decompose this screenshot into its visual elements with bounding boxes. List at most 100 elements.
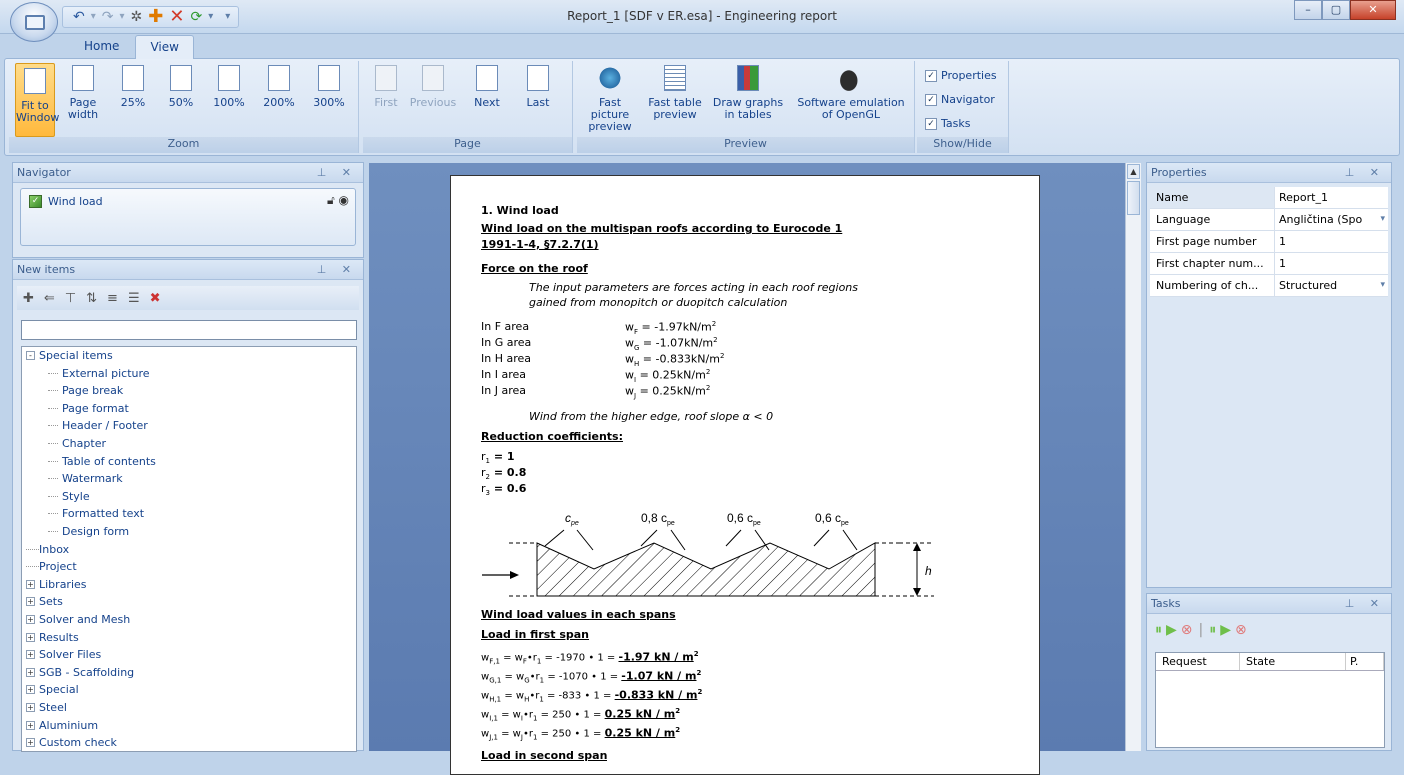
- tree-item[interactable]: Formatted text: [48, 507, 144, 520]
- scroll-up-icon[interactable]: ▲: [1127, 164, 1140, 179]
- tree-item[interactable]: + Solver Files: [26, 648, 101, 661]
- tree-connector: [48, 443, 58, 444]
- expand-icon[interactable]: +: [26, 615, 35, 624]
- tree-item[interactable]: + SGB - Scaffolding: [26, 666, 134, 679]
- tasks-check[interactable]: ✓ Tasks: [925, 117, 970, 130]
- pause-all-icon[interactable]: ⏸: [1209, 622, 1216, 638]
- lock-eye-icon[interactable]: 🔓︎ ◉: [327, 193, 349, 208]
- pause-icon[interactable]: ⏸: [1155, 622, 1162, 638]
- tree-item[interactable]: Page format: [48, 402, 129, 415]
- collapse-icon[interactable]: -: [26, 351, 35, 360]
- property-value[interactable]: Structured ▾: [1275, 275, 1388, 296]
- navigator-check[interactable]: ✓ Navigator: [925, 93, 995, 106]
- pin-close-icon[interactable]: ⊥ ✕: [1345, 163, 1385, 182]
- expand-icon[interactable]: +: [26, 685, 35, 695]
- expand-icon[interactable]: +: [26, 720, 35, 730]
- page-width-button[interactable]: Page width: [61, 65, 105, 121]
- tree-item[interactable]: Inbox: [26, 543, 69, 556]
- property-value[interactable]: 1: [1275, 231, 1388, 252]
- property-value[interactable]: Angličtina (Spo ▾: [1275, 209, 1388, 230]
- property-row[interactable]: First page number 1: [1150, 231, 1388, 253]
- fast-picture-preview-button[interactable]: Fast picture preview: [579, 65, 641, 133]
- tree-item[interactable]: + Aluminium: [26, 719, 98, 732]
- dropdown-arrow-icon[interactable]: ▾: [1380, 275, 1385, 296]
- sort-icon[interactable]: ⇅: [86, 291, 97, 306]
- previous-page-button[interactable]: Previous: [407, 65, 459, 109]
- pin-close-icon[interactable]: ⊥ ✕: [317, 260, 357, 279]
- tree-item[interactable]: Watermark: [48, 472, 123, 485]
- pin-close-icon[interactable]: ⊥ ✕: [317, 163, 357, 182]
- expand-icon[interactable]: +: [26, 632, 35, 642]
- property-row[interactable]: First chapter num... 1: [1150, 253, 1388, 275]
- application-button[interactable]: [10, 2, 58, 42]
- play-icon[interactable]: ▶: [1166, 622, 1177, 638]
- col-p[interactable]: P.: [1346, 653, 1384, 670]
- add-icon[interactable]: ✚: [23, 291, 34, 306]
- list-icon[interactable]: ☰: [128, 291, 140, 306]
- tree-item[interactable]: Project: [26, 560, 77, 573]
- expand-icon[interactable]: +: [26, 597, 35, 607]
- delete-icon[interactable]: ✖: [150, 291, 161, 306]
- tree-item[interactable]: + Sets: [26, 595, 63, 608]
- properties-check[interactable]: ✓ Properties: [925, 69, 997, 82]
- fast-table-preview-button[interactable]: Fast table preview: [647, 65, 703, 121]
- indent-icon[interactable]: ≡: [107, 291, 118, 306]
- tree-item[interactable]: Chapter: [48, 437, 106, 450]
- last-page-button[interactable]: Last: [521, 65, 555, 109]
- filter-icon[interactable]: ⊤: [65, 291, 76, 306]
- pin-close-icon[interactable]: ⊥ ✕: [1345, 594, 1385, 613]
- tree-item-label: Header / Footer: [62, 419, 148, 433]
- tab-home[interactable]: Home: [70, 35, 133, 59]
- document-scrollbar[interactable]: ▲: [1125, 163, 1141, 751]
- expand-icon[interactable]: +: [26, 738, 35, 748]
- property-value[interactable]: Report_1: [1275, 187, 1388, 208]
- tree-item[interactable]: Style: [48, 490, 90, 503]
- zoom-100-button[interactable]: 100%: [207, 65, 251, 109]
- fit-to-window-button[interactable]: Fit to Window: [15, 63, 59, 137]
- minimize-button[interactable]: –: [1294, 0, 1322, 20]
- property-row[interactable]: Numbering of ch... Structured ▾: [1150, 275, 1388, 297]
- stop-icon[interactable]: ⊗: [1181, 622, 1193, 638]
- tree-item[interactable]: + Steel: [26, 701, 67, 714]
- new-items-search-input[interactable]: [21, 320, 357, 340]
- tree-item[interactable]: + Solver and Mesh: [26, 613, 130, 626]
- roof-section-shape: [536, 542, 876, 597]
- next-page-button[interactable]: Next: [469, 65, 505, 109]
- draw-graphs-button[interactable]: Draw graphs in tables: [711, 65, 785, 121]
- zoom-200-button[interactable]: 200%: [257, 65, 301, 109]
- tree-item[interactable]: + Results: [26, 631, 79, 644]
- dropdown-arrow-icon[interactable]: ▾: [1380, 209, 1385, 230]
- tree-item[interactable]: Page break: [48, 384, 123, 397]
- expand-icon[interactable]: +: [26, 650, 35, 660]
- scroll-thumb[interactable]: [1127, 181, 1140, 215]
- col-state[interactable]: State: [1240, 653, 1346, 670]
- tree-item[interactable]: + Custom check: [26, 736, 117, 749]
- navigator-item-wind-load[interactable]: ✓ Wind load: [29, 195, 103, 208]
- tree-item[interactable]: + Libraries: [26, 578, 87, 591]
- expand-icon[interactable]: +: [26, 667, 35, 677]
- property-row[interactable]: Language Angličtina (Spo ▾: [1150, 209, 1388, 231]
- tree-item[interactable]: Header / Footer: [48, 419, 148, 433]
- tree-item[interactable]: + Special: [26, 683, 79, 696]
- maximize-button[interactable]: ▢: [1322, 0, 1350, 20]
- tree-item[interactable]: External picture: [48, 367, 150, 380]
- first-page-button[interactable]: First: [369, 65, 403, 109]
- software-opengl-button[interactable]: Software emulation of OpenGL: [793, 65, 909, 121]
- back-icon[interactable]: ⇐: [44, 291, 55, 306]
- play-all-icon[interactable]: ▶: [1220, 622, 1231, 638]
- tab-view[interactable]: View: [135, 35, 194, 59]
- property-value[interactable]: 1: [1275, 253, 1388, 274]
- stop-all-icon[interactable]: ⊗: [1235, 622, 1247, 638]
- zoom-300-button[interactable]: 300%: [307, 65, 351, 109]
- zoom-25-button[interactable]: 25%: [111, 65, 155, 109]
- expand-icon[interactable]: +: [26, 703, 35, 712]
- property-row[interactable]: Name Report_1: [1150, 187, 1388, 209]
- close-button[interactable]: ✕: [1350, 0, 1396, 20]
- expand-icon[interactable]: +: [26, 579, 35, 589]
- tree-item[interactable]: Design form: [48, 525, 129, 538]
- tree-item[interactable]: - Special items: [26, 349, 113, 362]
- col-request[interactable]: Request: [1156, 653, 1240, 670]
- zoom-50-button[interactable]: 50%: [159, 65, 203, 109]
- tree-item[interactable]: Table of contents: [48, 455, 156, 468]
- tasks-title: Tasks: [1151, 597, 1181, 610]
